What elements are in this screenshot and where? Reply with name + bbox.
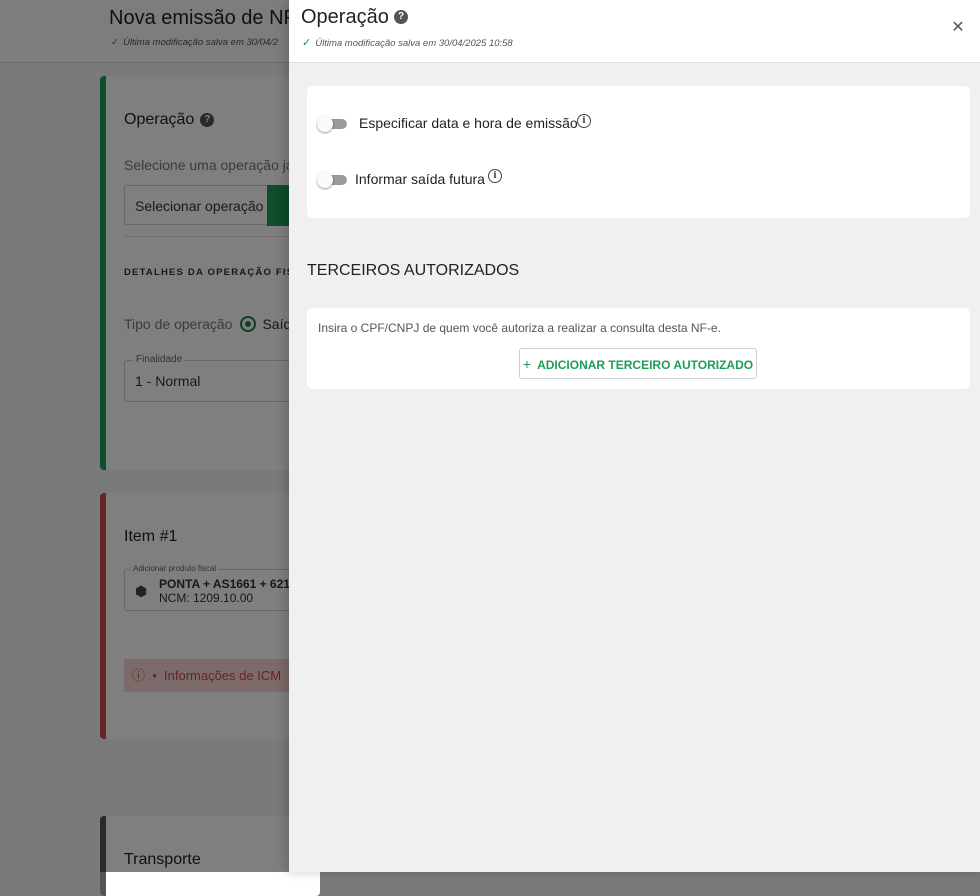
question-circle-icon[interactable]: ? — [394, 10, 408, 24]
toggle-label: Informar saída futura — [355, 171, 485, 187]
drawer-title: Operação — [301, 6, 389, 28]
toggle-data-hora-emissao[interactable] — [317, 116, 348, 132]
operacao-drawer: Operação ? ✓ Última modificação salva em … — [289, 0, 980, 872]
toggle-label: Especificar data e hora de emissão — [359, 115, 578, 131]
info-icon[interactable]: i — [577, 114, 591, 128]
toggles-panel: Especificar data e hora de emissão i Inf… — [307, 86, 970, 218]
terceiros-panel: Insira o CPF/CNPJ de quem você autoriza … — [307, 308, 970, 389]
add-terceiro-button[interactable]: + ADICIONAR TERCEIRO AUTORIZADO — [519, 348, 757, 379]
terceiros-section-title: TERCEIROS AUTORIZADOS — [307, 262, 520, 279]
close-icon[interactable]: ✕ — [948, 18, 968, 38]
terceiros-description: Insira o CPF/CNPJ de quem você autoriza … — [318, 321, 721, 335]
toggle-saida-futura[interactable] — [317, 172, 348, 188]
drawer-saved-status: ✓ Última modificação salva em 30/04/2025 … — [302, 37, 513, 49]
check-icon: ✓ — [302, 37, 312, 49]
drawer-header: Operação ? ✓ Última modificação salva em … — [289, 0, 980, 63]
info-icon[interactable]: i — [488, 169, 502, 183]
plus-icon: + — [522, 356, 532, 372]
